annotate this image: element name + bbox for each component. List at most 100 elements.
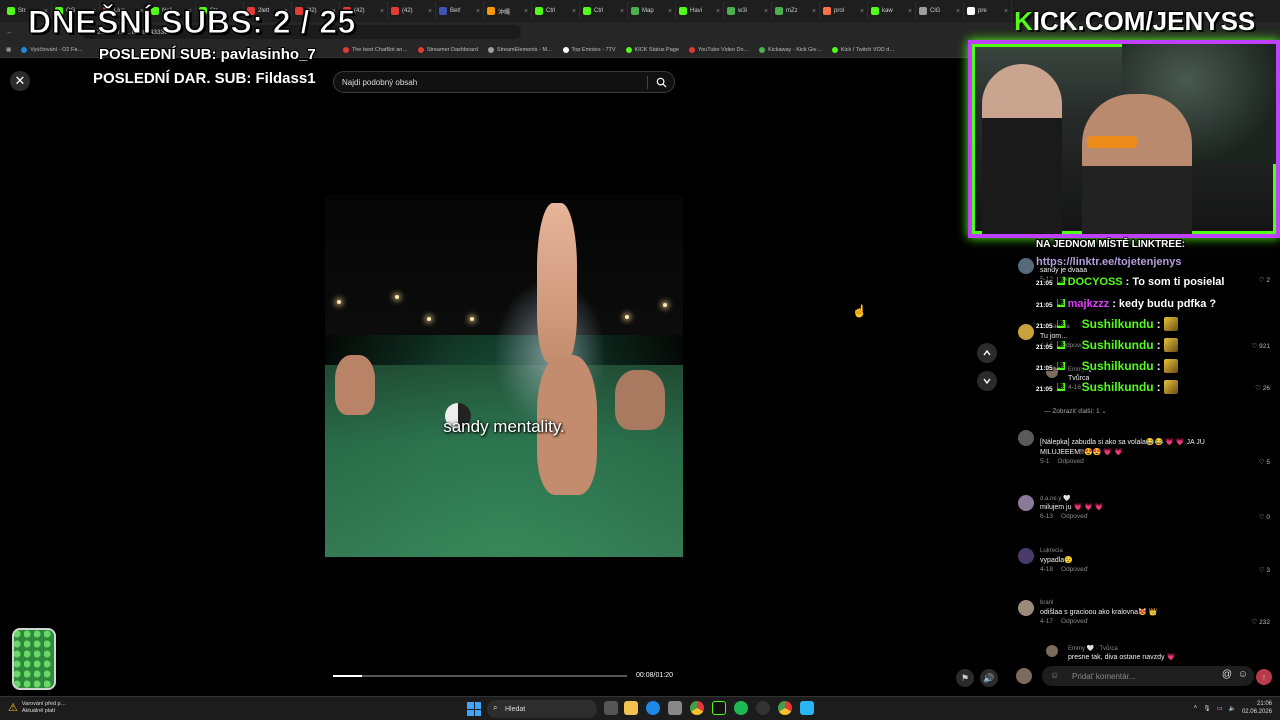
browser-tab[interactable]: Ctrl × — [580, 2, 628, 20]
reply-button[interactable]: Odpoveď — [1061, 618, 1088, 625]
emoji-sticker-icon[interactable]: ☺ — [1050, 670, 1059, 680]
weather-warning[interactable]: ⚠ Varování před p… Aktuálně platí — [8, 701, 66, 715]
bookmark-item[interactable]: Top Emotes - 7TV — [562, 46, 616, 53]
bookmark-item[interactable]: StreamElements - M… — [487, 46, 553, 53]
tab-close-icon[interactable]: × — [428, 8, 432, 15]
next-video-button[interactable] — [977, 371, 997, 391]
back-icon[interactable]: ← — [6, 29, 13, 36]
tab-close-icon[interactable]: × — [860, 8, 864, 15]
commenter-avatar[interactable] — [1018, 600, 1034, 616]
bookmark-item[interactable]: Streamer Dashboard — [417, 46, 478, 53]
tab-close-icon[interactable]: × — [908, 8, 912, 15]
comment-input[interactable]: ☺ Pridať komentár... @ ☺ — [1042, 666, 1254, 686]
spotify-icon[interactable] — [734, 701, 748, 715]
tab-close-icon[interactable]: × — [716, 8, 720, 15]
task-view-icon[interactable] — [604, 701, 618, 715]
search-icon[interactable] — [656, 77, 667, 88]
video-frame[interactable]: sandy mentality. — [325, 195, 683, 557]
bookmark-item[interactable]: YouTube Video Do… — [688, 46, 749, 53]
bookmark-item[interactable]: Kickaway - Kick Giv… — [759, 46, 822, 53]
commenter-avatar[interactable] — [1018, 258, 1034, 274]
apps-grid-icon[interactable]: ▦ — [6, 47, 11, 53]
previous-video-button[interactable] — [977, 343, 997, 363]
commenter-name[interactable]: d.a.ne.y 🤍 — [1040, 495, 1071, 502]
obs-icon[interactable] — [756, 701, 770, 715]
clock[interactable]: 21:06 02.06.2026 — [1242, 700, 1272, 716]
commenter-name[interactable]: · — [1040, 430, 1042, 436]
tab-close-icon[interactable]: × — [620, 8, 624, 15]
send-comment-button[interactable]: ↑ — [1256, 669, 1272, 685]
webcam-person-left — [982, 64, 1062, 234]
browser-tab[interactable]: Bet! × — [436, 2, 484, 20]
bookmark-item[interactable]: Vyúčtování - O2 Fa… — [21, 46, 83, 53]
commenter-avatar[interactable] — [1018, 430, 1034, 446]
tab-close-icon[interactable]: × — [476, 8, 480, 15]
commenter-avatar[interactable] — [1018, 495, 1034, 511]
browser-tab[interactable]: prol × — [820, 2, 868, 20]
string-light — [663, 303, 667, 307]
video-progress-bar[interactable] — [333, 675, 627, 677]
like-count[interactable]: ♡ 232 — [1252, 618, 1271, 626]
more-replies-link[interactable]: — Zobraziť ďalší: 1 ⌄ — [1044, 407, 1107, 415]
edge-icon[interactable] — [646, 701, 660, 715]
bookmark-item[interactable]: The best ChatBot an… — [342, 46, 408, 53]
reply-button[interactable]: Odpoveď — [1061, 513, 1088, 520]
browser-tab[interactable]: pre × — [964, 2, 1012, 20]
store-icon[interactable] — [668, 701, 682, 715]
like-count[interactable]: ♡ 26 — [1255, 384, 1270, 392]
browser-tab[interactable]: Map × — [628, 2, 676, 20]
browser-tab[interactable]: Ctrl × — [532, 2, 580, 20]
tab-close-icon[interactable]: × — [668, 8, 672, 15]
search-input[interactable]: Najdi podobný obsah — [333, 71, 675, 93]
tab-close-icon[interactable]: × — [956, 8, 960, 15]
report-button[interactable]: ⚑ — [956, 669, 974, 687]
chrome-icon[interactable] — [778, 701, 792, 715]
commenter-name[interactable]: branl — [1040, 600, 1053, 606]
chevron-up-icon[interactable]: ˄ — [1194, 705, 1198, 711]
volume-button[interactable]: 🔊 — [980, 669, 998, 687]
chevron-up-icon — [983, 349, 991, 356]
tab-close-icon[interactable]: × — [380, 8, 384, 15]
like-count[interactable]: ♡ 3 — [1259, 566, 1270, 574]
tab-close-icon[interactable]: × — [1004, 8, 1008, 15]
reply-button[interactable]: Odpoveď — [1061, 566, 1088, 573]
tab-close-icon[interactable]: × — [812, 8, 816, 15]
emoji-icon[interactable]: ☺ — [1238, 669, 1248, 680]
browser-tab[interactable]: Havi × — [676, 2, 724, 20]
bookmark-item[interactable]: Kick / Twitch VOD d… — [831, 46, 895, 53]
volume-icon[interactable]: 🔈 — [1228, 705, 1235, 712]
kick-app-icon[interactable] — [712, 701, 726, 715]
start-button[interactable] — [467, 702, 481, 716]
file-explorer-icon[interactable] — [624, 701, 638, 715]
like-count[interactable]: ♡ 0 — [1259, 513, 1270, 521]
commenter-name[interactable]: Emmy 🤍 · Tvůrca — [1068, 645, 1118, 652]
close-button[interactable]: ✕ — [10, 71, 30, 91]
browser-tab[interactable]: ClG × — [916, 2, 964, 20]
video-player[interactable]: sandy mentality. — [325, 95, 683, 687]
taskbar-search[interactable]: ⌕ Hledat — [487, 700, 597, 718]
network-icon[interactable]: ▭ — [1217, 705, 1223, 712]
commenter-avatar[interactable] — [1046, 645, 1058, 657]
commenter-avatar[interactable] — [1018, 324, 1034, 340]
tab-close-icon[interactable]: × — [524, 8, 528, 15]
commenter-avatar[interactable] — [1018, 548, 1034, 564]
tab-close-icon[interactable]: × — [764, 8, 768, 15]
arrow-up-icon: ↑ — [1261, 672, 1267, 682]
microphone-icon[interactable]: 🎙 — [1203, 705, 1211, 712]
browser-tab[interactable]: (42) × — [388, 2, 436, 20]
bookmark-item[interactable]: KICK Status Page — [625, 46, 679, 53]
tab-close-icon[interactable]: × — [572, 8, 576, 15]
browser-tab[interactable]: 沖縄 × — [484, 2, 532, 20]
chrome-icon[interactable] — [690, 701, 704, 715]
like-count[interactable]: ♡ 921 — [1252, 342, 1271, 350]
notepad-icon[interactable] — [800, 701, 814, 715]
like-count[interactable]: ♡ 5 — [1259, 458, 1270, 466]
reply-button[interactable]: Odpoveď — [1057, 458, 1084, 465]
tab-favicon-icon — [439, 7, 447, 15]
browser-tab[interactable]: w3i × — [724, 2, 772, 20]
commenter-name[interactable]: Lukrecia — [1040, 548, 1063, 554]
like-count[interactable]: ♡ 2 — [1259, 276, 1270, 284]
browser-tab[interactable]: kaw × — [868, 2, 916, 20]
mention-icon[interactable]: @ — [1222, 669, 1232, 680]
browser-tab[interactable]: mZz × — [772, 2, 820, 20]
